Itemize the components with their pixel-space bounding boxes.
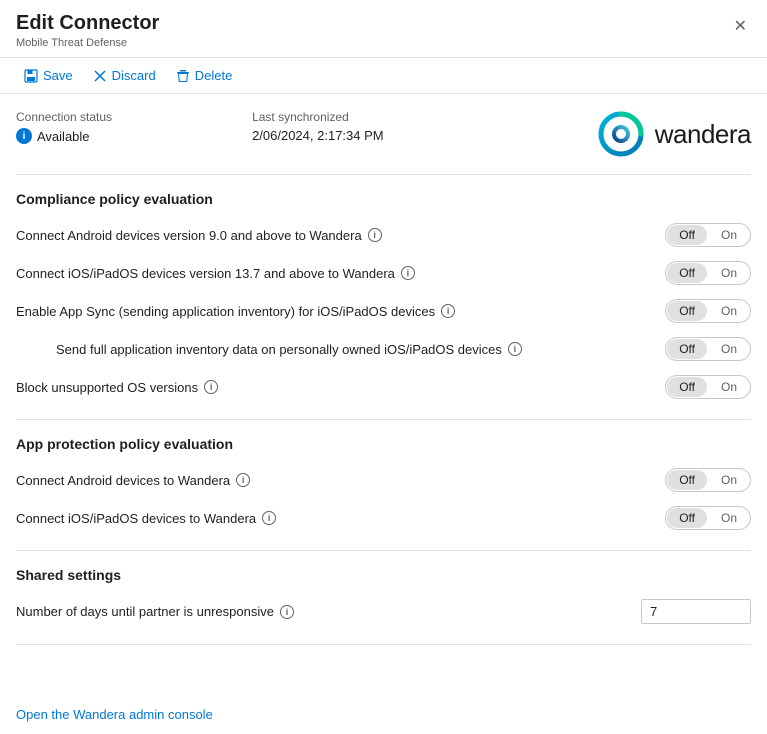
toggle-on-app-android[interactable]: On bbox=[709, 470, 749, 490]
info-icon-app-ios[interactable]: i bbox=[262, 511, 276, 525]
toggle-off-app-sync-personal[interactable]: Off bbox=[667, 339, 707, 359]
wandera-admin-link[interactable]: Open the Wandera admin console bbox=[16, 707, 213, 722]
toggle-on-app-ios[interactable]: On bbox=[709, 508, 749, 528]
footer: Open the Wandera admin console bbox=[0, 695, 767, 734]
toggle-label-app-android: Connect Android devices to Wandera i bbox=[16, 473, 649, 488]
sync-date: 2/06/2024, 2:17:34 PM bbox=[252, 128, 384, 143]
toggle-switch-app-sync[interactable]: Off On bbox=[665, 299, 751, 323]
toggle-row-app-sync: Enable App Sync (sending application inv… bbox=[16, 299, 751, 323]
divider-2 bbox=[16, 550, 751, 551]
close-icon: ✕ bbox=[734, 16, 747, 36]
toggle-off-app-sync[interactable]: Off bbox=[667, 301, 707, 321]
wandera-logo: Open the Wandera admin console wandera bbox=[597, 110, 751, 158]
info-icon-app-android[interactable]: i bbox=[236, 473, 250, 487]
status-row: Connection status i Available Last synch… bbox=[16, 110, 597, 144]
toggle-label-block-os: Block unsupported OS versions i bbox=[16, 380, 649, 395]
toggle-text-app-sync-personal: Send full application inventory data on … bbox=[56, 342, 502, 357]
save-icon bbox=[24, 69, 38, 83]
delete-button[interactable]: Delete bbox=[168, 64, 241, 87]
toggle-label-app-sync-personal: Send full application inventory data on … bbox=[56, 342, 649, 357]
toggle-label-app-ios: Connect iOS/iPadOS devices to Wandera i bbox=[16, 511, 649, 526]
toggle-off-block-os[interactable]: Off bbox=[667, 377, 707, 397]
toggle-on-app-sync[interactable]: On bbox=[709, 301, 749, 321]
toggle-label-ios-connect: Connect iOS/iPadOS devices version 13.7 … bbox=[16, 266, 649, 281]
info-icon-block-os[interactable]: i bbox=[204, 380, 218, 394]
toggle-off-android-connect[interactable]: Off bbox=[667, 225, 707, 245]
toggle-row-android-connect: Connect Android devices version 9.0 and … bbox=[16, 223, 751, 247]
toolbar: Save Discard Delete bbox=[0, 57, 767, 94]
toggle-switch-ios-connect[interactable]: Off On bbox=[665, 261, 751, 285]
toggle-switch-app-android[interactable]: Off On bbox=[665, 468, 751, 492]
save-button[interactable]: Save bbox=[16, 64, 81, 87]
info-icon-days-unresponsive[interactable]: i bbox=[280, 605, 294, 619]
content-area: Connection status i Available Last synch… bbox=[0, 94, 767, 695]
toggle-text-app-android: Connect Android devices to Wandera bbox=[16, 473, 230, 488]
toggle-switch-android-connect[interactable]: Off On bbox=[665, 223, 751, 247]
connection-status-text: Available bbox=[37, 129, 90, 144]
toggle-off-app-ios[interactable]: Off bbox=[667, 508, 707, 528]
toggle-on-app-sync-personal[interactable]: On bbox=[709, 339, 749, 359]
delete-label: Delete bbox=[195, 68, 233, 83]
sync-label: Last synchronized bbox=[252, 110, 384, 124]
wandera-brand-text: wandera bbox=[655, 119, 751, 150]
status-section: Connection status i Available Last synch… bbox=[16, 110, 751, 175]
app-protection-section: App protection policy evaluation Connect… bbox=[16, 436, 751, 530]
sync-value: 2/06/2024, 2:17:34 PM bbox=[252, 128, 384, 143]
toggle-on-block-os[interactable]: On bbox=[709, 377, 749, 397]
info-icon-ios-connect[interactable]: i bbox=[401, 266, 415, 280]
days-unresponsive-label: Number of days until partner is unrespon… bbox=[16, 604, 294, 619]
wandera-logo-icon bbox=[597, 110, 645, 158]
toggle-label-app-sync: Enable App Sync (sending application inv… bbox=[16, 304, 649, 319]
status-left: Connection status i Available Last synch… bbox=[16, 110, 597, 148]
dialog-subtitle: Mobile Threat Defense bbox=[16, 37, 159, 49]
days-unresponsive-text: Number of days until partner is unrespon… bbox=[16, 604, 274, 619]
days-unresponsive-input[interactable] bbox=[641, 599, 751, 624]
toggle-text-ios-connect: Connect iOS/iPadOS devices version 13.7 … bbox=[16, 266, 395, 281]
toggle-off-app-android[interactable]: Off bbox=[667, 470, 707, 490]
shared-settings-title: Shared settings bbox=[16, 567, 751, 583]
compliance-title: Compliance policy evaluation bbox=[16, 191, 751, 207]
toggle-text-block-os: Block unsupported OS versions bbox=[16, 380, 198, 395]
toggle-on-ios-connect[interactable]: On bbox=[709, 263, 749, 283]
dialog-title: Edit Connector bbox=[16, 12, 159, 35]
toggle-switch-app-ios[interactable]: Off On bbox=[665, 506, 751, 530]
toggle-switch-block-os[interactable]: Off On bbox=[665, 375, 751, 399]
connection-status-col: Connection status i Available bbox=[16, 110, 112, 144]
discard-icon bbox=[93, 69, 107, 83]
sync-status-col: Last synchronized 2/06/2024, 2:17:34 PM bbox=[252, 110, 384, 144]
info-icon-android-connect[interactable]: i bbox=[368, 228, 382, 242]
save-label: Save bbox=[43, 68, 73, 83]
toggle-text-app-sync: Enable App Sync (sending application inv… bbox=[16, 304, 435, 319]
edit-connector-dialog: Edit Connector Mobile Threat Defense ✕ S… bbox=[0, 0, 767, 734]
toggle-switch-app-sync-personal[interactable]: Off On bbox=[665, 337, 751, 361]
toggle-row-app-ios: Connect iOS/iPadOS devices to Wandera i … bbox=[16, 506, 751, 530]
header-left: Edit Connector Mobile Threat Defense bbox=[16, 12, 159, 49]
discard-label: Discard bbox=[112, 68, 156, 83]
connection-status-label: Connection status bbox=[16, 110, 112, 124]
info-icon-app-sync[interactable]: i bbox=[441, 304, 455, 318]
delete-icon bbox=[176, 69, 190, 83]
toggle-row-block-os: Block unsupported OS versions i Off On bbox=[16, 375, 751, 399]
toggle-row-app-sync-personal: Send full application inventory data on … bbox=[16, 337, 751, 361]
info-icon-app-sync-personal[interactable]: i bbox=[508, 342, 522, 356]
toggle-row-ios-connect: Connect iOS/iPadOS devices version 13.7 … bbox=[16, 261, 751, 285]
connection-status-value: i Available bbox=[16, 128, 112, 144]
toggle-on-android-connect[interactable]: On bbox=[709, 225, 749, 245]
toggle-text-app-ios: Connect iOS/iPadOS devices to Wandera bbox=[16, 511, 256, 526]
app-protection-title: App protection policy evaluation bbox=[16, 436, 751, 452]
divider-1 bbox=[16, 419, 751, 420]
toggle-text-android-connect: Connect Android devices version 9.0 and … bbox=[16, 228, 362, 243]
shared-settings-section: Shared settings Number of days until par… bbox=[16, 567, 751, 624]
info-icon: i bbox=[16, 128, 32, 144]
discard-button[interactable]: Discard bbox=[85, 64, 164, 87]
footer-divider bbox=[16, 644, 751, 645]
toggle-off-ios-connect[interactable]: Off bbox=[667, 263, 707, 283]
close-button[interactable]: ✕ bbox=[730, 12, 751, 40]
compliance-section: Compliance policy evaluation Connect And… bbox=[16, 191, 751, 399]
dialog-header: Edit Connector Mobile Threat Defense ✕ bbox=[0, 0, 767, 57]
toggle-label-android-connect: Connect Android devices version 9.0 and … bbox=[16, 228, 649, 243]
toggle-row-app-android: Connect Android devices to Wandera i Off… bbox=[16, 468, 751, 492]
days-unresponsive-row: Number of days until partner is unrespon… bbox=[16, 599, 751, 624]
